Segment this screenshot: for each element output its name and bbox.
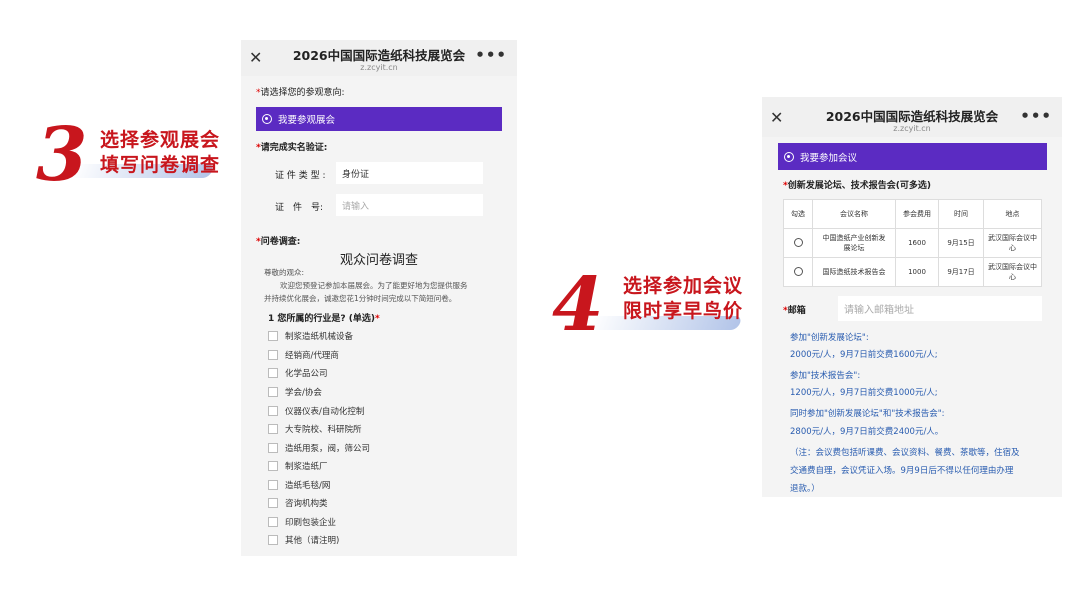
survey-intro-1: 欢迎您预登记参加本届展会。为了能更好地为您提供服务 <box>280 281 468 290</box>
table-cell: 武汉国际会议中心 <box>983 228 1042 258</box>
checkbox-icon[interactable] <box>268 424 278 434</box>
radio-icon[interactable] <box>793 237 803 247</box>
survey-title: 观众问卷调查 <box>339 253 418 268</box>
id-no-input[interactable]: 请输入 <box>336 194 483 216</box>
table-row[interactable]: 中国造纸产业创新发 展论坛 1600 9月15日 武汉国际会议中心 <box>783 228 1042 258</box>
table-cell: 1000 <box>895 257 939 287</box>
survey-label: *问卷调查: <box>256 237 301 247</box>
checkbox-icon[interactable] <box>268 535 278 545</box>
checkbox-icon[interactable] <box>268 498 278 508</box>
industry-option[interactable]: 印刷包装企业 <box>268 516 336 528</box>
checkbox-icon[interactable] <box>268 517 278 527</box>
meeting-table: 勾选 会议名称 参会费用 时间 地点 中国造纸产业创新发 展论坛 1600 9月1… <box>783 199 1042 287</box>
industry-option[interactable]: 学会/协会 <box>268 386 322 398</box>
step4-number: 4 <box>552 262 604 348</box>
checkbox-icon[interactable] <box>268 443 278 453</box>
checkbox-icon[interactable] <box>268 368 278 378</box>
meeting-name: 展论坛 <box>843 244 865 252</box>
phone1-header: ✕ 2026中国国际造纸科技展览会 z.zcyit.cn ••• <box>241 40 517 76</box>
industry-option[interactable]: 经销商/代理商 <box>268 349 339 361</box>
more-icon[interactable]: ••• <box>1020 107 1052 125</box>
step3-number: 3 <box>36 112 88 198</box>
step4-line1: 选择参加会议 <box>623 275 744 297</box>
option-attend-meeting[interactable]: 我要参加会议 <box>778 143 1047 170</box>
table-header: 勾选 <box>783 199 813 229</box>
pricing-line: 同时参加"创新发展论坛"和"技术报告会": <box>790 409 945 419</box>
checkbox-icon[interactable] <box>268 461 278 471</box>
email-input[interactable]: 请输入邮箱地址 <box>838 296 1042 321</box>
option-visit-label: 我要参观展会 <box>278 115 336 126</box>
table-header: 地点 <box>983 199 1042 229</box>
table-cell <box>783 228 813 258</box>
pricing-line: 2000元/人，9月7日前交费1600元/人; <box>790 350 938 360</box>
table-cell: 中国造纸产业创新发 展论坛 <box>812 228 896 258</box>
industry-option[interactable]: 制浆造纸机械设备 <box>268 330 353 342</box>
pricing-line: 1200元/人，9月7日前交费1000元/人; <box>790 388 938 398</box>
pricing-line: 参加"技术报告会": <box>790 371 861 381</box>
table-cell: 9月17日 <box>938 257 984 287</box>
id-type-label: 证 件 类 型 : <box>275 171 326 181</box>
table-cell <box>783 257 813 287</box>
phone2-header: ✕ 2026中国国际造纸科技展览会 z.zcyit.cn ••• <box>762 97 1062 137</box>
industry-option[interactable]: 其他（请注明) <box>268 534 339 546</box>
meeting-place: 武汉国际会议中 <box>988 263 1037 271</box>
table-header: 时间 <box>938 199 984 229</box>
phone2-url: z.zcyit.cn <box>893 124 931 133</box>
industry-option[interactable]: 制浆造纸厂 <box>268 460 328 472</box>
pricing-line: 2800元/人，9月7日前交费2400元/人。 <box>790 427 944 437</box>
phone2-title: 2026中国国际造纸科技展览会 <box>825 109 999 124</box>
id-type-select[interactable]: 身份证 <box>336 162 483 184</box>
intent-label: *请选择您的参观意向: <box>256 88 345 98</box>
phone1-url: z.zcyit.cn <box>360 63 398 72</box>
table-cell: 武汉国际会议中心 <box>983 257 1042 287</box>
radio-selected-icon <box>784 151 794 162</box>
meeting-name: 国际造纸技术报告会 <box>822 268 886 276</box>
option-meeting-label: 我要参加会议 <box>800 152 858 164</box>
table-cell: 1600 <box>895 228 939 258</box>
survey-intro-2: 并持续优化展会，诚邀您花1分钟时间完成以下简短问卷。 <box>264 294 457 303</box>
step3-line2: 填写问卷调查 <box>100 154 221 176</box>
checkbox-icon[interactable] <box>268 480 278 490</box>
radio-selected-icon <box>262 114 272 124</box>
meeting-name: 中国造纸产业创新发 <box>822 234 886 242</box>
more-icon[interactable]: ••• <box>475 46 507 64</box>
survey-greeting: 尊敬的观众: <box>264 268 305 277</box>
checkbox-icon[interactable] <box>268 387 278 397</box>
table-cell: 9月15日 <box>938 228 984 258</box>
verify-label: *请完成实名验证: <box>256 143 328 153</box>
industry-option[interactable]: 仪器仪表/自动化控制 <box>268 405 364 417</box>
radio-icon[interactable] <box>793 266 803 276</box>
industry-option[interactable]: 造纸毛毯/网 <box>268 479 330 491</box>
industry-option[interactable]: 咨询机构类 <box>268 497 328 509</box>
industry-option[interactable]: 造纸用泵，阀，筛公司 <box>268 442 370 454</box>
table-row[interactable]: 国际造纸技术报告会 1000 9月17日 武汉国际会议中心 <box>783 257 1042 287</box>
meeting-place: 武汉国际会议中 <box>988 234 1037 242</box>
table-header-row: 勾选 会议名称 参会费用 时间 地点 <box>783 199 1042 229</box>
checkbox-icon[interactable] <box>268 406 278 416</box>
note-line: 退款。） <box>790 484 820 494</box>
step4-line2: 限时享早鸟价 <box>623 300 744 322</box>
table-cell: 国际造纸技术报告会 <box>812 257 896 287</box>
industry-option[interactable]: 化学品公司 <box>268 367 328 379</box>
email-label: *邮箱 <box>783 306 806 316</box>
question-1: 1 您所属的行业是? (单选)* <box>268 314 380 324</box>
step3-line1: 选择参观展会 <box>100 129 221 151</box>
id-no-label: 证 件 号: <box>275 203 324 213</box>
checkbox-icon[interactable] <box>268 331 278 341</box>
checkbox-icon[interactable] <box>268 350 278 360</box>
note-line: 交通费自理，会议凭证入场。9月9日后不得以任何理由办理 <box>790 466 1014 476</box>
option-visit-exhibition[interactable]: 我要参观展会 <box>256 107 502 131</box>
forum-label: *创新发展论坛、技术报告会(可多选) <box>783 181 931 191</box>
table-header: 会议名称 <box>812 199 896 229</box>
pricing-line: 参加"创新发展论坛": <box>790 333 869 343</box>
table-header: 参会费用 <box>895 199 939 229</box>
meeting-place: 心 <box>1009 273 1016 281</box>
industry-option[interactable]: 大专院校、科研院所 <box>268 423 362 435</box>
note-line: （注：会议费包括听课费、会议资料、餐费、茶歇等，住宿及 <box>790 448 1020 458</box>
meeting-place: 心 <box>1009 244 1016 252</box>
